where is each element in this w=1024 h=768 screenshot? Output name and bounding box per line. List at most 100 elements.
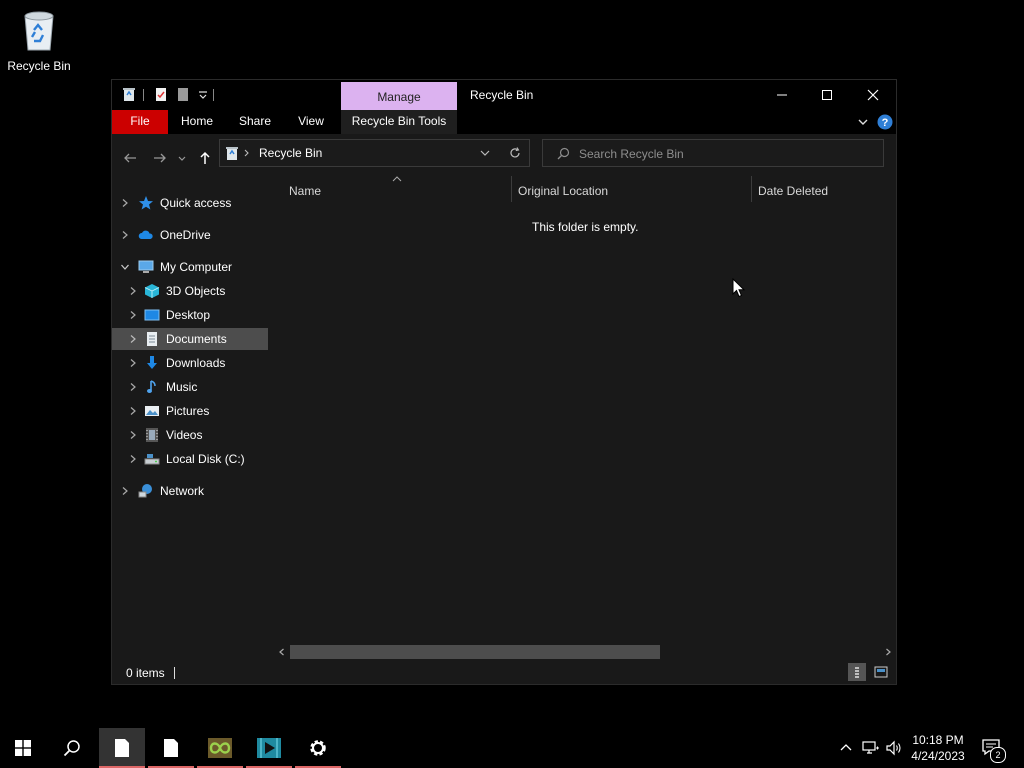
recent-locations-button[interactable] <box>175 148 189 168</box>
clock-date: 4/24/2023 <box>911 749 965 763</box>
nav-item-3d-objects[interactable]: 3D Objects <box>112 280 284 302</box>
nav-item-local-disk[interactable]: Local Disk (C:) <box>112 448 284 470</box>
search-input[interactable] <box>577 144 871 164</box>
clock-time: 10:18 PM <box>912 733 964 747</box>
breadcrumb-chevron-icon[interactable] <box>243 149 251 157</box>
volume-icon[interactable] <box>885 740 903 756</box>
nav-item-onedrive[interactable]: OneDrive <box>112 224 276 246</box>
sort-ascending-icon <box>392 176 402 182</box>
pictures-icon <box>145 406 159 416</box>
forward-button[interactable] <box>150 148 170 168</box>
desktop-recycle-bin[interactable]: Recycle Bin <box>6 8 72 73</box>
horizontal-scrollbar-thumb[interactable] <box>290 645 660 659</box>
ribbon-tab-row: File Home Share View Recycle Bin Tools ? <box>112 110 896 134</box>
maximize-icon <box>822 90 832 100</box>
nav-item-quick-access[interactable]: Quick access <box>112 192 276 214</box>
tab-recycle-bin-tools[interactable]: Recycle Bin Tools <box>341 110 457 134</box>
tab-share[interactable]: Share <box>232 110 278 134</box>
nav-item-downloads[interactable]: Downloads <box>112 352 284 374</box>
nav-item-my-computer[interactable]: My Computer <box>112 256 276 278</box>
desktop-icon <box>144 309 160 321</box>
music-note-icon <box>147 380 156 393</box>
taskbar-app-file-explorer[interactable] <box>99 728 145 768</box>
file-list-view[interactable]: Name Original Location Date Deleted This… <box>272 176 896 658</box>
qat-customize-icon[interactable] <box>195 86 211 102</box>
recycle-bin-small-icon[interactable] <box>121 86 137 102</box>
start-button[interactable] <box>0 728 46 768</box>
tab-home[interactable]: Home <box>174 110 220 134</box>
large-icons-view-icon <box>874 666 888 678</box>
windows-logo-icon <box>15 740 31 756</box>
chevron-down-icon[interactable] <box>120 262 130 272</box>
maximize-button[interactable] <box>804 80 850 110</box>
nav-item-network[interactable]: Network <box>112 480 276 502</box>
chevron-right-icon[interactable] <box>128 454 138 464</box>
status-separator <box>174 667 175 679</box>
tab-file[interactable]: File <box>112 110 168 134</box>
large-icons-view-button[interactable] <box>872 663 890 681</box>
back-button[interactable] <box>120 148 140 168</box>
new-folder-icon[interactable] <box>175 86 191 102</box>
search-icon <box>63 740 80 757</box>
chevron-right-icon[interactable] <box>128 406 138 416</box>
column-divider[interactable] <box>751 176 752 202</box>
scroll-right-arrow-icon[interactable] <box>884 648 892 656</box>
chevron-right-icon[interactable] <box>120 230 130 240</box>
taskbar-app-document[interactable] <box>148 728 194 768</box>
expand-ribbon-chevron-icon[interactable] <box>857 116 869 128</box>
up-button[interactable] <box>195 148 215 168</box>
search-button[interactable] <box>49 728 95 768</box>
tab-view[interactable]: View <box>288 110 334 134</box>
chevron-right-icon[interactable] <box>128 358 138 368</box>
chevron-right-icon[interactable] <box>128 334 138 344</box>
details-view-icon <box>855 667 859 678</box>
search-box[interactable] <box>542 139 884 167</box>
system-clock[interactable]: 10:18 PM 4/24/2023 <box>906 732 970 764</box>
network-icon <box>138 484 152 498</box>
column-divider[interactable] <box>511 176 512 202</box>
address-history-chevron-icon[interactable] <box>480 148 490 158</box>
action-center-button[interactable]: 2 <box>981 738 1007 763</box>
item-count: 0 items <box>126 666 165 680</box>
status-bar: 0 items <box>112 662 896 684</box>
nav-item-desktop[interactable]: Desktop <box>112 304 284 326</box>
cube-icon <box>144 284 160 298</box>
qat-separator <box>213 89 214 101</box>
nav-item-documents[interactable]: Documents <box>112 328 268 350</box>
show-hidden-icons-chevron-icon[interactable] <box>840 742 852 754</box>
infinity-app-icon <box>208 738 232 758</box>
column-header-original-location[interactable]: Original Location <box>518 184 608 198</box>
blank-document-icon <box>115 739 129 757</box>
close-button[interactable] <box>850 80 896 110</box>
nav-item-music[interactable]: Music <box>112 376 284 398</box>
nav-item-pictures[interactable]: Pictures <box>112 400 284 422</box>
empty-folder-message: This folder is empty. <box>532 220 639 234</box>
taskbar-app-media-player[interactable] <box>246 728 292 768</box>
mouse-cursor-icon <box>732 278 746 298</box>
chevron-right-icon[interactable] <box>128 382 138 392</box>
computer-icon <box>138 260 154 273</box>
chevron-right-icon[interactable] <box>120 486 130 496</box>
refresh-icon[interactable] <box>509 147 521 159</box>
properties-icon[interactable] <box>153 86 169 102</box>
network-status-icon[interactable] <box>862 740 880 756</box>
cloud-icon <box>138 230 153 239</box>
star-icon <box>139 196 153 210</box>
recycle-bin-icon <box>24 11 54 51</box>
address-bar[interactable]: Recycle Bin <box>219 139 530 167</box>
taskbar-app-infinity[interactable] <box>197 728 243 768</box>
taskbar-app-settings[interactable] <box>295 728 341 768</box>
chevron-right-icon[interactable] <box>128 430 138 440</box>
nav-item-videos[interactable]: Videos <box>112 424 284 446</box>
minimize-button[interactable] <box>759 80 805 110</box>
breadcrumb-recycle-bin[interactable]: Recycle Bin <box>259 146 322 160</box>
column-header-name[interactable]: Name <box>289 184 321 198</box>
scroll-left-arrow-icon[interactable] <box>278 648 286 656</box>
chevron-right-icon[interactable] <box>120 198 130 208</box>
chevron-right-icon[interactable] <box>128 286 138 296</box>
details-view-button[interactable] <box>848 663 866 681</box>
column-header-date-deleted[interactable]: Date Deleted <box>758 184 828 198</box>
manage-contextual-tab[interactable]: Manage <box>341 82 457 110</box>
help-icon[interactable]: ? <box>877 114 893 130</box>
chevron-right-icon[interactable] <box>128 310 138 320</box>
